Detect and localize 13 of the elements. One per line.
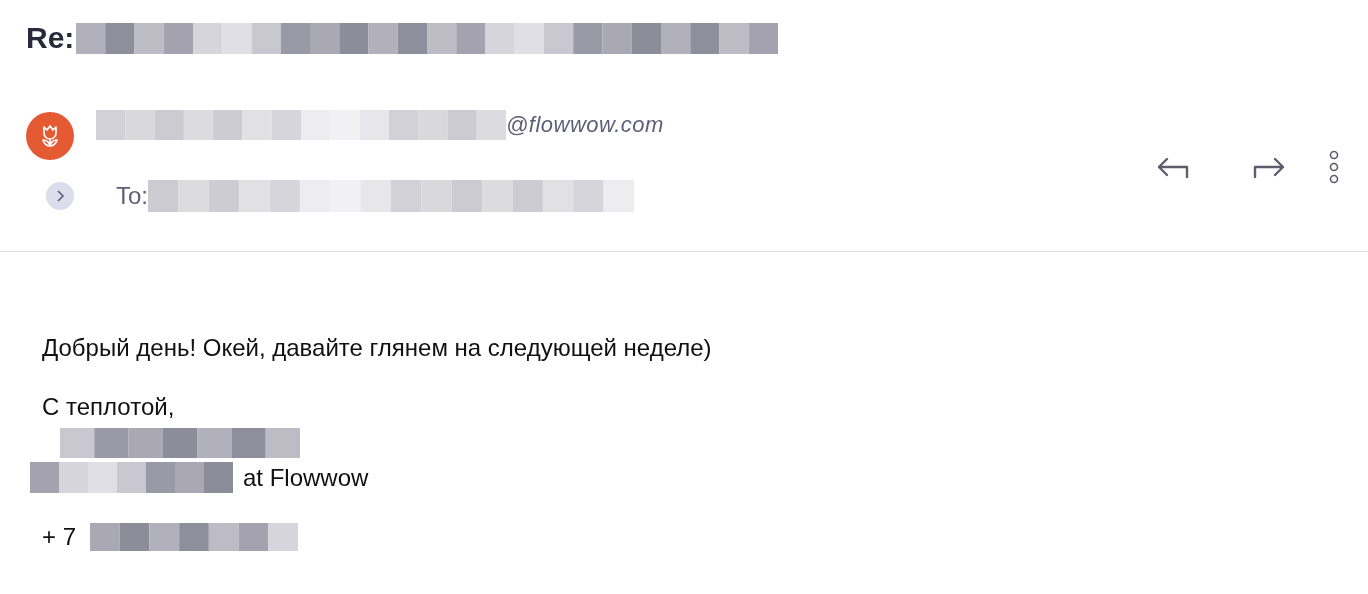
message-text: + 7 [42, 523, 77, 551]
more-options-icon[interactable] [1328, 150, 1340, 184]
message-text: at Flowwow [243, 463, 369, 492]
avatar-tulip-icon [26, 112, 74, 160]
subject-title: Re: [26, 21, 75, 55]
chevron-right-icon [55, 190, 65, 202]
message-text: Добрый день! Окей, давайте глянем на следующей неделе) [42, 333, 713, 363]
recipient-label: To: [116, 182, 148, 210]
message-text: С теплотой, [42, 392, 176, 422]
sender-email: @flowwow.com [506, 112, 664, 138]
forward-icon[interactable] [1252, 155, 1286, 179]
reply-icon[interactable] [1156, 155, 1190, 179]
expand-button[interactable] [46, 182, 74, 210]
